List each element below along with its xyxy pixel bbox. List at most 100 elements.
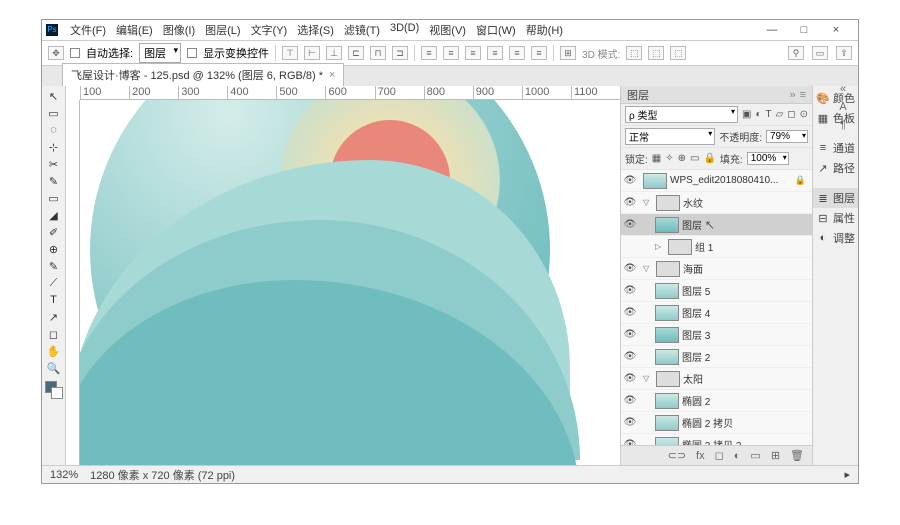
zoom-level[interactable]: 132% (50, 469, 78, 481)
filter-shape-icon[interactable]: ▱ (776, 109, 784, 120)
layer-mask-icon[interactable]: ◻ (715, 449, 724, 462)
tool-6[interactable]: ▭ (44, 190, 64, 206)
3d-icon[interactable]: ⬚ (670, 46, 686, 60)
tab-close[interactable]: × (329, 69, 335, 81)
link-layers-icon[interactable]: ⊂⊃ (668, 449, 686, 462)
lock-pixels-icon[interactable]: ▦ (652, 153, 661, 164)
filter-type-icon[interactable]: T (765, 109, 771, 120)
3d-icon[interactable]: ⬚ (626, 46, 642, 60)
menu-image[interactable]: 图像(I) (159, 20, 199, 40)
layer-row[interactable]: 👁图层 2 (621, 346, 812, 368)
status-arrow-icon[interactable]: ▸ (844, 468, 850, 481)
window-minimize[interactable]: — (762, 24, 782, 36)
delete-layer-icon[interactable]: 🗑 (790, 449, 804, 462)
distribute-icon[interactable]: ≡ (509, 46, 525, 60)
menu-edit[interactable]: 编辑(E) (112, 20, 157, 40)
type-panel-icon[interactable]: A (836, 101, 850, 113)
tool-11[interactable]: ⟋ (44, 275, 64, 291)
distribute-icon[interactable]: ≡ (487, 46, 503, 60)
menu-help[interactable]: 帮助(H) (522, 20, 567, 40)
visibility-icon[interactable]: 👁 (623, 373, 637, 384)
auto-align-icon[interactable]: ⊞ (560, 46, 576, 60)
tool-15[interactable]: ✋ (44, 343, 64, 359)
menu-view[interactable]: 视图(V) (425, 20, 470, 40)
move-tool-icon[interactable]: ✥ (48, 46, 64, 60)
paragraph-panel-icon[interactable]: ¶ (836, 119, 850, 131)
layer-row[interactable]: 👁图层 ↖ (621, 214, 812, 236)
window-maximize[interactable]: □ (794, 24, 814, 36)
filter-adjust-icon[interactable]: ◐ (755, 109, 761, 120)
fill-value[interactable]: 100% (747, 152, 789, 165)
panel-tab-adjust[interactable]: ◐调整 (813, 228, 858, 248)
visibility-icon[interactable]: 👁 (623, 219, 637, 230)
filter-smart-icon[interactable]: ◻ (787, 109, 795, 120)
adjustment-layer-icon[interactable]: ◐ (734, 450, 741, 462)
layer-row[interactable]: 👁图层 4 (621, 302, 812, 324)
document-tab[interactable]: 飞屋设计·博客 - 125.psd @ 132% (图层 6, RGB/8) *… (62, 63, 344, 86)
folder-arrow-icon[interactable]: ▷ (655, 242, 665, 251)
align-left-icon[interactable]: ⊏ (348, 46, 364, 60)
visibility-icon[interactable]: 👁 (623, 175, 637, 186)
layer-row[interactable]: 👁WPS_edit2018080410...🔒 (621, 170, 812, 192)
tool-7[interactable]: ◢ (44, 207, 64, 223)
visibility-icon[interactable]: 👁 (623, 395, 637, 406)
lock-all-icon[interactable]: 🔒 (703, 153, 715, 164)
distribute-icon[interactable]: ≡ (443, 46, 459, 60)
menu-type[interactable]: 文字(Y) (247, 20, 292, 40)
layer-row[interactable]: 👁图层 5 (621, 280, 812, 302)
canvas[interactable] (80, 100, 620, 465)
share-icon[interactable]: ⇪ (836, 46, 852, 60)
visibility-icon[interactable]: 👁 (623, 329, 637, 340)
3d-icon[interactable]: ⬚ (648, 46, 664, 60)
folder-arrow-icon[interactable]: ▽ (643, 264, 653, 273)
tool-0[interactable]: ↖ (44, 88, 64, 104)
panel-collapse-icon[interactable]: » (789, 89, 795, 101)
background-color[interactable] (51, 387, 63, 399)
layer-row[interactable]: 👁椭圆 2 (621, 390, 812, 412)
menu-layer[interactable]: 图层(L) (201, 20, 244, 40)
menu-select[interactable]: 选择(S) (293, 20, 338, 40)
tool-5[interactable]: ✎ (44, 173, 64, 189)
new-layer-icon[interactable]: ⊞ (771, 449, 780, 462)
align-vcenter-icon[interactable]: ⊢ (304, 46, 320, 60)
visibility-icon[interactable]: 👁 (623, 417, 637, 428)
lock-move-icon[interactable]: ⊕ (678, 153, 686, 164)
layer-row[interactable]: 👁椭圆 2 拷贝 2 (621, 434, 812, 445)
align-hcenter-icon[interactable]: ⊓ (370, 46, 386, 60)
tool-16[interactable]: 🔍 (44, 360, 64, 376)
filter-image-icon[interactable]: ▣ (742, 109, 751, 120)
panel-tab-paths[interactable]: ↗路径 (813, 158, 858, 178)
panel-tab-properties[interactable]: ⊟属性 (813, 208, 858, 228)
lock-position-icon[interactable]: ✧ (665, 153, 673, 164)
tool-14[interactable]: ◻ (44, 326, 64, 342)
visibility-icon[interactable]: 👁 (623, 285, 637, 296)
tool-2[interactable]: ◌ (44, 122, 64, 138)
folder-arrow-icon[interactable]: ▽ (643, 374, 653, 383)
folder-arrow-icon[interactable]: ▽ (643, 198, 653, 207)
tool-3[interactable]: ⊹ (44, 139, 64, 155)
layer-fx-icon[interactable]: fx (696, 450, 705, 462)
collapse-panels-icon[interactable]: « (836, 83, 850, 95)
layer-row[interactable]: ▷组 1 (621, 236, 812, 258)
menu-window[interactable]: 窗口(W) (472, 20, 520, 40)
tool-8[interactable]: ✐ (44, 224, 64, 240)
lock-artboard-icon[interactable]: ▭ (690, 153, 699, 164)
align-right-icon[interactable]: ⊐ (392, 46, 408, 60)
tool-10[interactable]: ✎ (44, 258, 64, 274)
visibility-icon[interactable]: 👁 (623, 197, 637, 208)
layer-row[interactable]: 👁▽海面 (621, 258, 812, 280)
layer-row[interactable]: 👁▽太阳 (621, 368, 812, 390)
layer-row[interactable]: 👁▽水纹 (621, 192, 812, 214)
layer-row[interactable]: 👁椭圆 2 拷贝 (621, 412, 812, 434)
auto-select-target[interactable]: 图层 (139, 43, 181, 63)
align-top-icon[interactable]: ⊤ (282, 46, 298, 60)
visibility-icon[interactable]: 👁 (623, 351, 637, 362)
opacity-value[interactable]: 79% (766, 130, 808, 143)
panel-tab-channels[interactable]: ≡通道 (813, 138, 858, 158)
filter-toggle-icon[interactable]: ⊙ (800, 109, 808, 120)
auto-select-checkbox[interactable] (70, 48, 80, 58)
distribute-icon[interactable]: ≡ (465, 46, 481, 60)
workspace-icon[interactable]: ▭ (812, 46, 828, 60)
tool-4[interactable]: ✂ (44, 156, 64, 172)
blend-mode-select[interactable]: 正常 (625, 128, 715, 145)
